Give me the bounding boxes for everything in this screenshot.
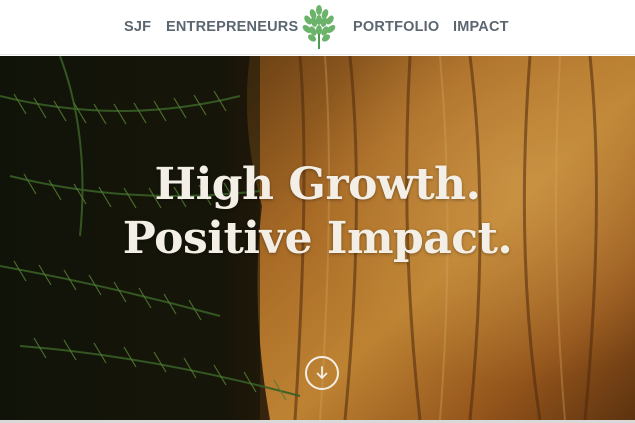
nav-link-portfolio[interactable]: PORTFOLIO [353,18,439,36]
hero-banner: High Growth. Positive Impact. [0,56,635,420]
hero-headline-line-2: Positive Impact. [122,213,513,264]
hero-headline-line-1: High Growth. [154,159,481,210]
scroll-down-button[interactable] [305,356,339,390]
arrow-down-icon [316,366,328,379]
leaf-tree-logo-icon[interactable] [300,4,338,50]
nav-link-entrepreneurs[interactable]: ENTREPRENEURS [166,18,298,36]
nav-link-sjf[interactable]: SJF [124,18,151,36]
top-navigation: SJF ENTREPRENEURS PORTFOLIO IMPACT [0,0,635,55]
nav-link-impact[interactable]: IMPACT [453,18,509,36]
